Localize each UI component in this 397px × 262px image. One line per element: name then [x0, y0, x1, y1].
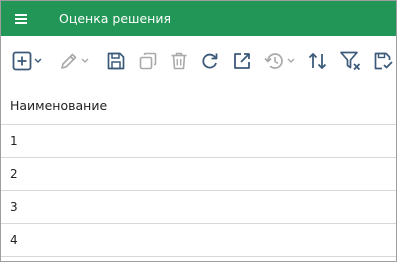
- add-button[interactable]: [12, 45, 50, 77]
- app-header: Оценка решения: [1, 1, 396, 36]
- table-row[interactable]: 1: [1, 125, 396, 158]
- save-check-icon: [374, 52, 393, 70]
- page-title: Оценка решения: [59, 11, 171, 26]
- row-cell: 1: [10, 134, 18, 148]
- column-header-label: Наименование: [10, 97, 108, 113]
- menu-button[interactable]: [1, 1, 41, 36]
- save-button[interactable]: [106, 45, 126, 77]
- save-icon: [107, 52, 125, 70]
- edit-button[interactable]: [59, 45, 103, 77]
- history-icon: [264, 53, 283, 69]
- open-external-icon: [234, 53, 250, 69]
- chevron-down-icon: [81, 58, 89, 63]
- row-cell: 3: [10, 200, 18, 214]
- history-button[interactable]: [263, 45, 297, 77]
- chevron-down-icon: [34, 58, 42, 63]
- chevron-down-icon: [287, 58, 295, 63]
- sort-button[interactable]: [307, 45, 329, 77]
- save-check-button[interactable]: [373, 45, 393, 77]
- column-header-name[interactable]: Наименование: [1, 86, 396, 125]
- toolbar: [1, 36, 396, 86]
- clear-filter-icon: [340, 51, 361, 71]
- copy-button[interactable]: [138, 45, 158, 77]
- table-row[interactable]: 3: [1, 191, 396, 224]
- clear-filter-button[interactable]: [339, 45, 363, 77]
- hamburger-menu-icon: [15, 13, 27, 24]
- open-external-button[interactable]: [232, 45, 252, 77]
- delete-button[interactable]: [169, 45, 189, 77]
- row-cell: 4: [10, 233, 18, 247]
- app-window: Оценка решения Наименование 1 2 3 4: [0, 0, 397, 262]
- add-icon: [12, 51, 32, 71]
- sort-icon: [308, 53, 327, 69]
- edit-icon: [61, 53, 77, 69]
- refresh-button[interactable]: [200, 45, 220, 77]
- row-cell: 2: [10, 167, 18, 181]
- refresh-icon: [202, 53, 218, 69]
- table-row[interactable]: 4: [1, 224, 396, 257]
- table-row[interactable]: 2: [1, 158, 396, 191]
- copy-icon: [139, 52, 157, 70]
- delete-icon: [171, 52, 187, 70]
